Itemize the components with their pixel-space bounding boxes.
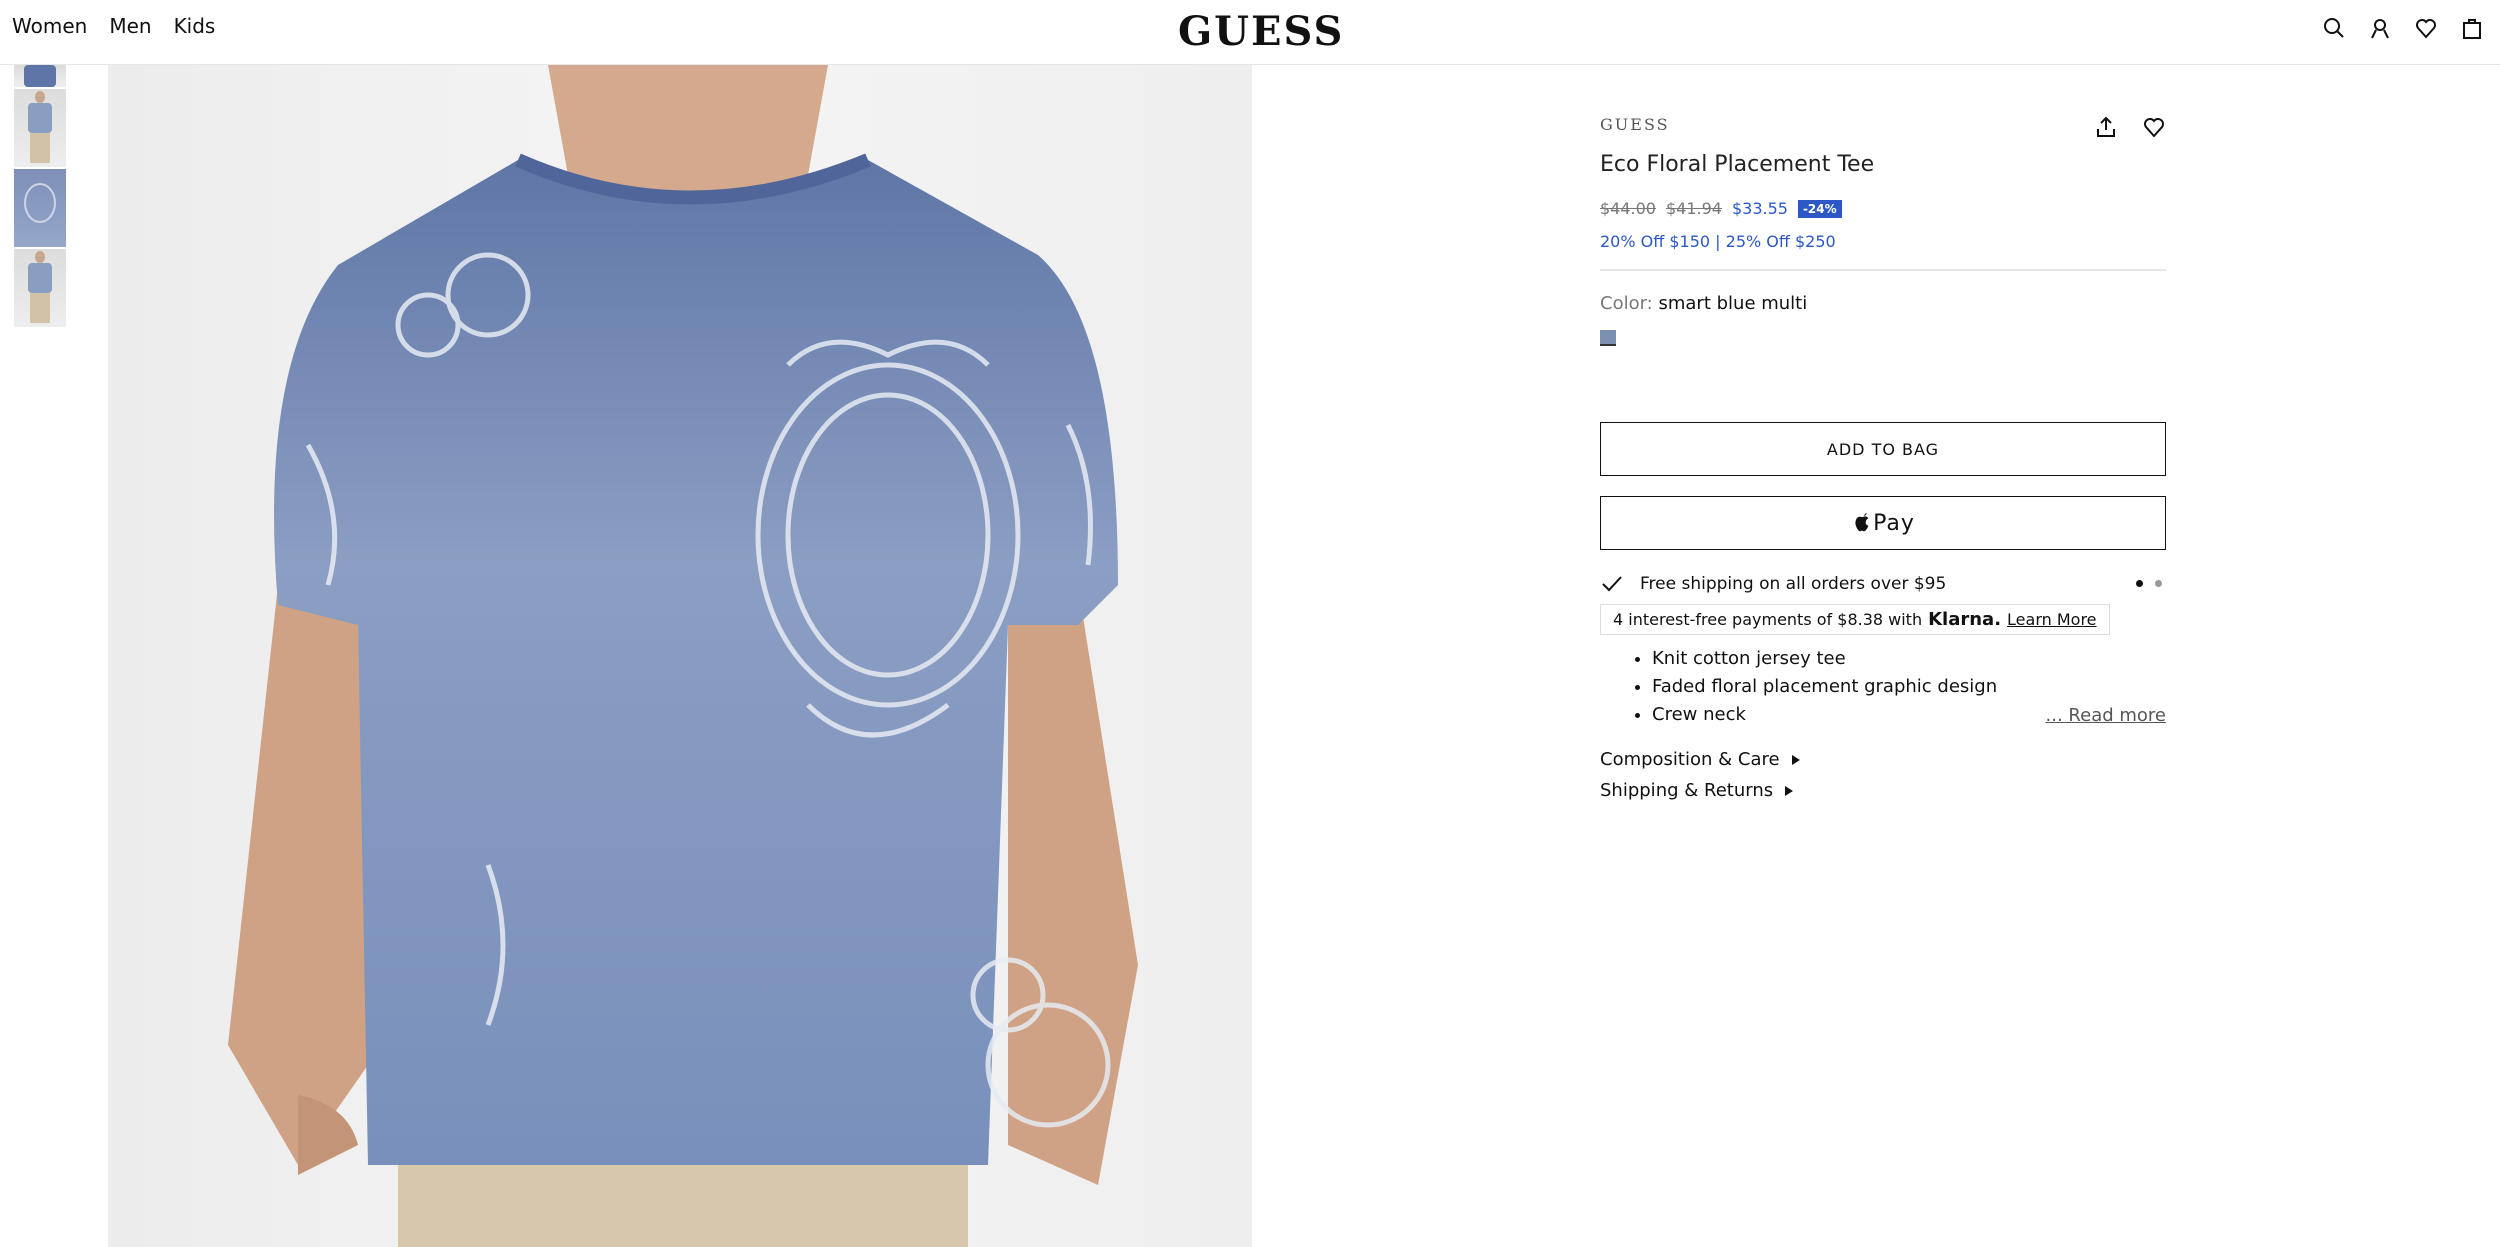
header-icons — [2322, 16, 2484, 40]
product-actions — [2094, 115, 2166, 143]
klarna-learn-more[interactable]: Learn More — [2007, 610, 2096, 629]
apple-icon — [1855, 512, 1869, 532]
add-to-bag-button[interactable]: ADD TO BAG — [1600, 422, 2166, 476]
account-icon[interactable] — [2368, 16, 2392, 40]
discount-badge: -24% — [1797, 199, 1842, 218]
accordion-label: Composition & Care — [1600, 749, 1780, 770]
accordion-composition[interactable]: Composition & Care — [1600, 749, 2166, 770]
accordion-shipping[interactable]: Shipping & Returns — [1600, 780, 2166, 801]
caret-right-icon — [1785, 785, 1794, 796]
thumbnail-4[interactable] — [14, 249, 66, 327]
apple-pay-label: Pay — [1873, 510, 1915, 536]
site-header: Women Men Kids GUESS — [0, 0, 2500, 65]
divider — [1600, 269, 2166, 271]
price-row: $44.00 $41.94 $33.55 -24% — [1600, 199, 2166, 218]
main-nav: Women Men Kids — [12, 14, 215, 38]
thumbnail-strip — [14, 65, 68, 329]
klarna-text: 4 interest-free payments of $8.38 with — [1613, 610, 1923, 629]
apple-pay-button[interactable]: Pay — [1600, 496, 2166, 550]
color-label: Color: — [1600, 293, 1653, 314]
color-value: smart blue multi — [1658, 293, 1808, 314]
tshirt-illustration — [228, 65, 1138, 1247]
shipping-message: Free shipping on all orders over $95 — [1600, 572, 2166, 596]
feature-item: Faded floral placement graphic design — [1652, 673, 2166, 701]
brand-logo[interactable]: GUESS — [1178, 8, 1344, 55]
klarna-logo: Klarna. — [1928, 609, 2002, 630]
read-more-link[interactable]: ... Read more — [2046, 705, 2166, 726]
accordion-label: Shipping & Returns — [1600, 780, 1774, 801]
thumbnail-2[interactable] — [14, 89, 66, 167]
product-main-image[interactable] — [108, 65, 1252, 1247]
search-icon[interactable] — [2322, 16, 2346, 40]
bag-icon[interactable] — [2460, 16, 2484, 40]
wishlist-icon[interactable] — [2414, 16, 2438, 40]
nav-men[interactable]: Men — [109, 14, 151, 38]
carousel-dots[interactable] — [2136, 580, 2162, 587]
price-previous: $41.94 — [1665, 199, 1722, 218]
caret-right-icon — [1791, 754, 1800, 765]
product-info-panel: GUESS Eco Floral Placement Tee $44.00 $4… — [1600, 115, 2166, 801]
feature-item: Knit cotton jersey tee — [1652, 645, 2166, 673]
thumbnail-1[interactable] — [14, 65, 66, 87]
product-brand: GUESS — [1600, 115, 1670, 134]
price-sale: $33.55 — [1731, 199, 1788, 218]
promo-text: 20% Off $150 | 25% Off $250 — [1600, 232, 1836, 251]
nav-kids[interactable]: Kids — [174, 14, 216, 38]
product-title: Eco Floral Placement Tee — [1600, 152, 1875, 177]
color-swatch[interactable] — [1600, 330, 1616, 346]
wishlist-heart-icon[interactable] — [2142, 115, 2166, 143]
price-original: $44.00 — [1600, 199, 1656, 218]
thumbnail-3[interactable] — [14, 169, 66, 247]
nav-women[interactable]: Women — [12, 14, 87, 38]
shipping-text: Free shipping on all orders over $95 — [1640, 574, 1947, 594]
klarna-banner: 4 interest-free payments of $8.38 with K… — [1600, 604, 2110, 635]
color-row: Color: smart blue multi — [1600, 293, 2166, 314]
share-icon[interactable] — [2094, 115, 2118, 143]
check-icon — [1602, 576, 1622, 592]
